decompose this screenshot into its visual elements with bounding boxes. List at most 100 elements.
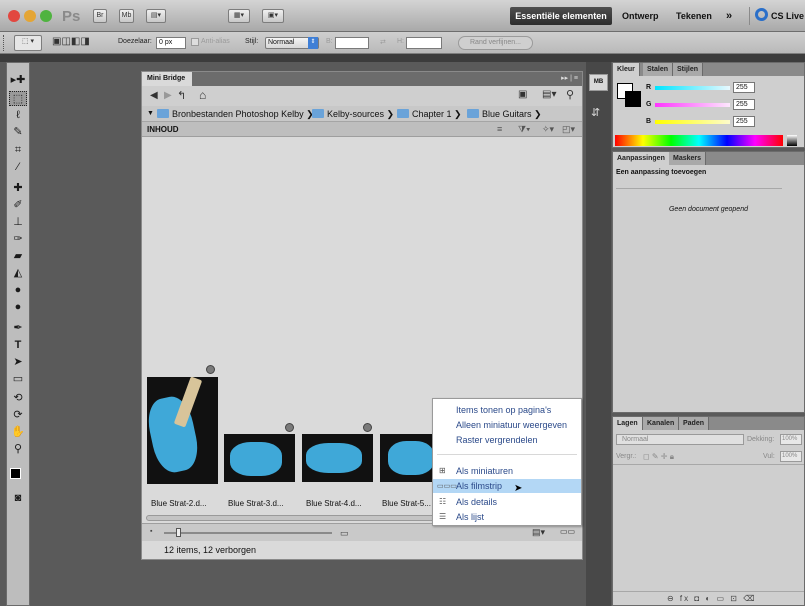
screen-mode-button[interactable]: ▣▾ bbox=[262, 9, 284, 23]
thumbnail-blue-strat-5[interactable] bbox=[380, 434, 435, 482]
tools-icon[interactable]: ◰▾ bbox=[562, 124, 575, 135]
green-slider[interactable] bbox=[655, 103, 730, 107]
quick-mask-icon[interactable]: ◙ bbox=[9, 491, 27, 506]
cs-live-menu[interactable]: CS Live bbox=[771, 7, 804, 25]
menu-item-thumbnail-only[interactable]: Alleen miniatuur weergeven bbox=[456, 420, 567, 430]
brush-tool-icon[interactable]: ✐ bbox=[9, 198, 27, 213]
pen-tool-icon[interactable]: ✒ bbox=[9, 321, 27, 336]
breadcrumb-item-2[interactable]: Chapter 1 ❯ bbox=[397, 109, 462, 120]
tool-preset-picker[interactable]: ⬚ ▾ bbox=[14, 35, 42, 51]
launch-minibridge-button[interactable]: Mb bbox=[119, 9, 134, 23]
close-window-button[interactable] bbox=[8, 10, 20, 22]
lasso-tool-icon[interactable]: ℓ bbox=[9, 108, 27, 123]
thumbnail-size-slider[interactable] bbox=[164, 532, 332, 534]
blend-mode-select[interactable]: Normaal bbox=[616, 434, 744, 445]
menu-item-as-details[interactable]: Als details bbox=[456, 497, 497, 507]
clone-stamp-tool-icon[interactable]: ⊥ bbox=[9, 215, 27, 230]
antialias-checkbox[interactable] bbox=[191, 38, 199, 46]
fill-input[interactable]: 100% bbox=[780, 451, 802, 462]
menu-item-as-list[interactable]: Als lijst bbox=[456, 512, 484, 522]
launch-bridge-button[interactable]: Br bbox=[93, 9, 107, 23]
home-icon[interactable]: ⌂ bbox=[199, 88, 206, 102]
breadcrumb-item-0[interactable]: Bronbestanden Photoshop Kelby ❯ bbox=[157, 109, 314, 120]
hand-tool-icon[interactable]: ✋ bbox=[9, 425, 27, 440]
refine-edge-button[interactable]: Rand verfijnen... bbox=[458, 36, 533, 50]
zoom-tool-icon[interactable]: ⚲ bbox=[9, 442, 27, 457]
zoom-in-icon[interactable]: ▭ bbox=[340, 528, 349, 539]
history-brush-tool-icon[interactable]: ✑ bbox=[9, 232, 27, 247]
crop-tool-icon[interactable]: ⌗ bbox=[9, 143, 27, 158]
paint-bucket-tool-icon[interactable]: ◭ bbox=[9, 266, 27, 281]
history-panel-icon[interactable]: ⇵ bbox=[591, 106, 600, 119]
3d-rotate-tool-icon[interactable]: ⟲ bbox=[9, 391, 27, 406]
height-input[interactable] bbox=[406, 37, 442, 49]
tab-paths[interactable]: Paden bbox=[679, 417, 710, 430]
tab-color[interactable]: Kleur bbox=[613, 63, 640, 76]
forward-arrow-icon[interactable]: ▶ bbox=[164, 90, 172, 101]
thumbnail-blue-strat-3[interactable] bbox=[224, 434, 295, 482]
foreground-color-swatch[interactable] bbox=[10, 468, 21, 479]
blue-value-input[interactable]: 255 bbox=[733, 116, 755, 127]
color-spectrum-bar[interactable] bbox=[615, 135, 783, 146]
thumbnail-blue-strat-2[interactable] bbox=[147, 377, 218, 484]
selection-mode-buttons[interactable]: ▣◫◧◨ bbox=[52, 36, 90, 47]
tab-layers[interactable]: Lagen bbox=[613, 417, 643, 430]
move-tool-icon[interactable]: ▸✚ bbox=[9, 73, 27, 88]
healing-brush-tool-icon[interactable]: ✚ bbox=[9, 181, 27, 196]
thumbnail-blue-strat-4[interactable] bbox=[302, 434, 373, 482]
mini-bridge-icon[interactable]: MB bbox=[589, 74, 608, 91]
shape-tool-icon[interactable]: ▭ bbox=[9, 372, 27, 387]
marquee-tool-icon[interactable]: ⬚ bbox=[9, 91, 27, 106]
search-icon[interactable]: ⚲ bbox=[566, 88, 574, 101]
eyedropper-tool-icon[interactable]: ⁄ bbox=[9, 160, 27, 175]
dodge-tool-icon[interactable]: ● bbox=[9, 300, 27, 315]
sort-icon[interactable]: ≡ bbox=[497, 124, 502, 134]
workspace-more-button[interactable]: » bbox=[726, 7, 732, 25]
workspace-design-button[interactable]: Ontwerp bbox=[622, 7, 659, 25]
eraser-tool-icon[interactable]: ▰ bbox=[9, 249, 27, 264]
feather-input[interactable]: 0 px bbox=[156, 37, 186, 49]
tools-menu-icon[interactable]: ▤▾ bbox=[542, 89, 556, 100]
panel-menu-icon[interactable]: ▸▸ | ≡ bbox=[561, 74, 578, 82]
zoom-window-button[interactable] bbox=[40, 10, 52, 22]
width-input[interactable] bbox=[335, 37, 369, 49]
menu-item-as-filmstrip[interactable]: Als filmstrip bbox=[456, 481, 502, 491]
arrange-documents-button[interactable]: ▦▾ bbox=[228, 9, 250, 23]
type-tool-icon[interactable]: T bbox=[9, 338, 27, 353]
breadcrumb-item-3[interactable]: Blue Guitars ❯ bbox=[467, 109, 542, 120]
blur-tool-icon[interactable]: ● bbox=[9, 283, 27, 298]
menu-item-as-thumbnails[interactable]: Als miniaturen bbox=[456, 466, 513, 476]
tab-styles[interactable]: Stijlen bbox=[673, 63, 704, 76]
mini-bridge-tab[interactable]: Mini Bridge bbox=[142, 72, 192, 86]
lock-icons[interactable]: ◻ ✎ ✛ 🔒︎ bbox=[643, 452, 674, 462]
tab-masks[interactable]: Maskers bbox=[669, 152, 707, 165]
back-arrow-icon[interactable]: ◀ bbox=[150, 90, 158, 101]
panel-view-icon[interactable]: ▣ bbox=[518, 89, 527, 100]
view-extras-button[interactable]: ▤▾ bbox=[146, 9, 166, 23]
style-select[interactable]: Normaal ⇕ bbox=[265, 37, 319, 49]
blue-slider[interactable] bbox=[655, 120, 730, 124]
tab-adjustments[interactable]: Aanpassingen bbox=[613, 152, 670, 165]
minimize-window-button[interactable] bbox=[24, 10, 36, 22]
filmstrip-view-icon[interactable]: ▭▭ bbox=[560, 527, 575, 536]
green-value-input[interactable]: 255 bbox=[733, 99, 755, 110]
workspace-paint-button[interactable]: Tekenen bbox=[676, 7, 712, 25]
filter-icon[interactable]: ⧩▾ bbox=[518, 124, 530, 135]
quick-selection-tool-icon[interactable]: ✎ bbox=[9, 125, 27, 140]
tab-channels[interactable]: Kanalen bbox=[643, 417, 680, 430]
red-value-input[interactable]: 255 bbox=[733, 82, 755, 93]
thumbnail-size-slider-handle[interactable] bbox=[176, 528, 181, 537]
rating-filter-icon[interactable]: ✧▾ bbox=[542, 124, 554, 135]
path-selection-tool-icon[interactable]: ➤ bbox=[9, 355, 27, 370]
workspace-essentials-button[interactable]: Essentiële elementen bbox=[510, 7, 612, 25]
breadcrumb-item-1[interactable]: Kelby-sources ❯ bbox=[312, 109, 394, 120]
view-mode-dropdown[interactable]: ▤▾ bbox=[532, 527, 545, 538]
breadcrumb-dropdown-icon[interactable]: ▼ bbox=[147, 110, 154, 117]
bg-color-swatch[interactable] bbox=[625, 91, 641, 107]
opacity-input[interactable]: 100% bbox=[780, 434, 802, 445]
layers-footer-icons[interactable]: ⊖ fx ◘ ◐ ▭ ⊡ ⌫ bbox=[667, 594, 757, 603]
menu-item-show-items-per-page[interactable]: Items tonen op pagina's bbox=[456, 405, 551, 415]
red-slider[interactable] bbox=[655, 86, 730, 90]
horizontal-scrollbar[interactable] bbox=[146, 515, 436, 521]
recent-folders-icon[interactable]: ↰ bbox=[177, 89, 186, 102]
